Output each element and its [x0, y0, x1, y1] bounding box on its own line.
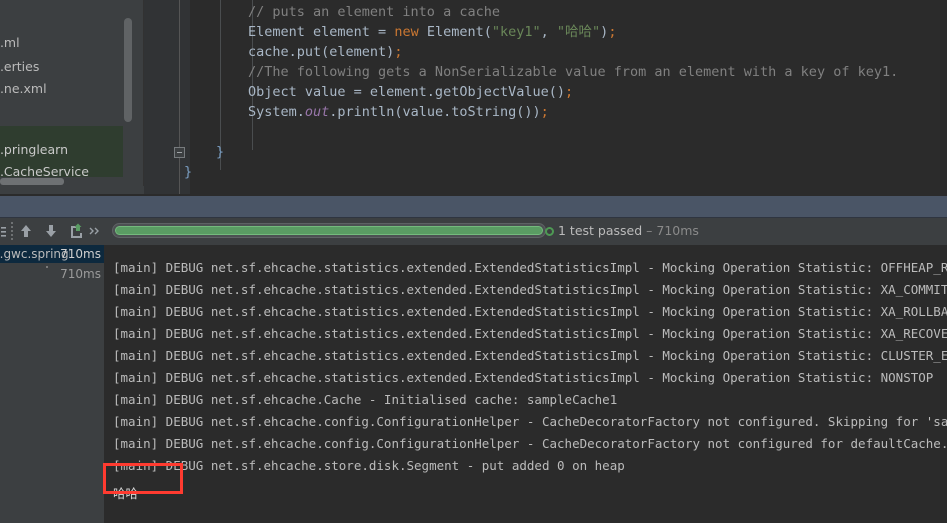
console-log-line: [main] DEBUG net.sf.ehcache.statistics.e… [113, 260, 947, 275]
code-token: .println(value.toString()) [329, 104, 541, 120]
upper-pane: ...ml...erties...ne.xml...pringlearn...C… [0, 0, 947, 194]
code-token: Element( [426, 24, 492, 40]
code-token: // puts an element into a cache [248, 4, 500, 20]
code-fold-marker-icon[interactable] [174, 147, 185, 158]
gutter-border [179, 0, 180, 194]
code-line[interactable]: } [184, 162, 192, 182]
project-tree-item[interactable]: ...ne.xml [0, 80, 47, 98]
test-results-tree[interactable]: ...gwc.springl710ms710ms [0, 245, 104, 523]
toolbar-separator [11, 222, 13, 240]
console-output[interactable]: [main] DEBUG net.sf.ehcache.statistics.e… [105, 245, 947, 523]
test-tree-row-duration: 710ms [60, 247, 101, 261]
code-token: out [304, 104, 330, 120]
code-line[interactable]: //The following gets a NonSerializable v… [248, 62, 898, 82]
project-tree-item[interactable]: ...pringlearn [0, 141, 68, 159]
code-line[interactable]: Object value = element.getObjectValue(); [248, 82, 573, 102]
console-log-line: [main] DEBUG net.sf.ehcache.statistics.e… [113, 282, 947, 297]
console-log-line: [main] DEBUG net.sf.ehcache.statistics.e… [113, 326, 947, 341]
project-tree-vscroll-thumb[interactable] [124, 18, 132, 122]
export-icon[interactable] [67, 222, 85, 240]
code-token: Object value = element.getObjectValue() [248, 84, 565, 100]
code-token: "key1" [491, 24, 541, 40]
code-line[interactable]: cache.put(element); [248, 42, 402, 62]
test-tree-row[interactable]: 710ms [0, 265, 104, 283]
test-tree-row-duration: 710ms [60, 267, 101, 281]
arrow-down-icon[interactable] [42, 222, 60, 240]
project-tree-hscroll-thumb[interactable] [0, 178, 64, 185]
console-log-line: [main] DEBUG net.sf.ehcache.config.Confi… [113, 414, 947, 429]
code-token: //The following gets a NonSerializable v… [248, 64, 899, 80]
code-token: ; [564, 84, 574, 100]
console-log-line: [main] DEBUG net.sf.ehcache.store.disk.S… [113, 458, 625, 473]
test-progress-bar [112, 223, 546, 238]
code-token: } [184, 164, 193, 180]
code-token: Element element = [248, 24, 395, 40]
arrow-up-icon[interactable] [17, 222, 35, 240]
test-status-text: 1 test passed – 710ms [558, 222, 699, 240]
test-progress-fill [115, 226, 543, 235]
code-line[interactable]: Element element = new Element("key1", "哈… [248, 22, 616, 42]
run-tool-window: 1 test passed – 710ms ...gwc.springl710m… [0, 218, 947, 523]
test-tree-row-marker [46, 266, 48, 268]
code-line[interactable]: } [216, 142, 224, 162]
console-log-line: [main] DEBUG net.sf.ehcache.statistics.e… [113, 348, 947, 363]
test-duration-label: – 710ms [646, 223, 699, 238]
code-token: cache.put(element) [248, 44, 395, 60]
filter-icon[interactable] [0, 222, 18, 240]
code-token: } [216, 144, 225, 160]
test-tree-row[interactable]: ...gwc.springl710ms [0, 245, 104, 263]
console-stdout-line: 哈哈 [113, 486, 139, 501]
code-token: System. [248, 104, 305, 120]
code-editor[interactable]: // puts an element into a cache Element e… [144, 0, 947, 194]
code-line[interactable]: System.out.println(value.toString()); [248, 102, 549, 122]
test-status-label: 1 test passed [558, 223, 643, 238]
selection-band [0, 196, 947, 218]
code-token: new [394, 24, 427, 40]
console-log-line: [main] DEBUG net.sf.ehcache.Cache - Init… [113, 392, 618, 407]
code-token: ; [540, 104, 549, 120]
test-passed-icon [545, 227, 554, 236]
console-log-line: [main] DEBUG net.sf.ehcache.statistics.e… [113, 370, 934, 385]
console-log-line: [main] DEBUG net.sf.ehcache.statistics.e… [113, 304, 947, 319]
code-token: "哈哈" [556, 24, 601, 40]
test-runner-toolbar: 1 test passed – 710ms [0, 218, 947, 245]
console-log-line: [main] DEBUG net.sf.ehcache.config.Confi… [113, 436, 947, 451]
project-tree-item[interactable]: ...erties [0, 58, 39, 76]
project-tree-item[interactable]: ...ml [0, 34, 20, 52]
code-line[interactable]: // puts an element into a cache [248, 2, 500, 22]
code-token: ; [608, 24, 617, 40]
code-token: ; [394, 44, 403, 60]
ide-window: ...ml...erties...ne.xml...pringlearn...C… [0, 0, 947, 523]
more-chevrons-icon[interactable] [88, 222, 102, 240]
project-tree-panel[interactable]: ...ml...erties...ne.xml...pringlearn...C… [0, 0, 133, 186]
code-token: , [540, 24, 557, 40]
